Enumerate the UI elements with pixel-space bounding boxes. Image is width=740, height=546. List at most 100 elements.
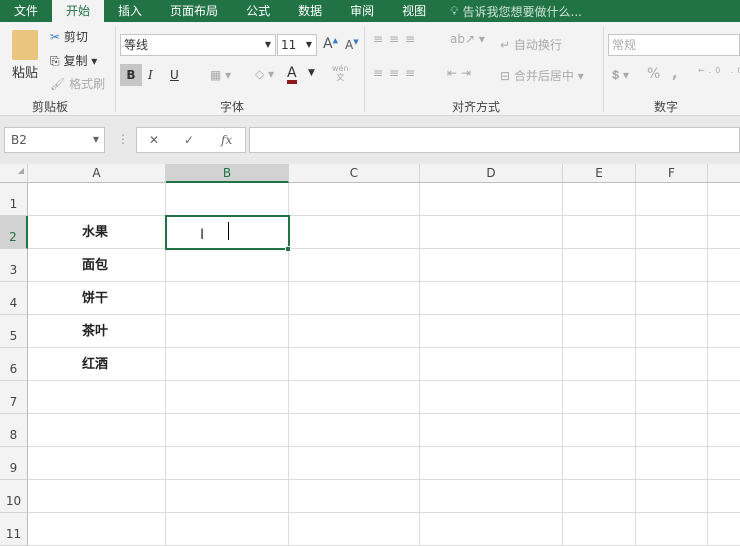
cell-f6[interactable]: [636, 348, 708, 381]
tab-file[interactable]: 文件: [0, 0, 52, 22]
comma-button[interactable]: ,: [672, 66, 677, 82]
cell-c1[interactable]: [289, 183, 420, 216]
cell-c7[interactable]: [289, 381, 420, 414]
column-header-e[interactable]: E: [563, 164, 636, 183]
cell-g5[interactable]: [708, 315, 740, 348]
row-header-1[interactable]: 1: [0, 183, 28, 216]
cell-f8[interactable]: [636, 414, 708, 447]
decrease-font-icon[interactable]: A▼: [345, 38, 359, 52]
cell-c8[interactable]: [289, 414, 420, 447]
enter-button[interactable]: ✓: [184, 133, 194, 147]
cell-d8[interactable]: [420, 414, 563, 447]
tab-formulas[interactable]: 公式: [232, 0, 284, 22]
cell-c9[interactable]: [289, 447, 420, 480]
cell-b11[interactable]: [166, 513, 289, 546]
cancel-button[interactable]: ✕: [149, 133, 159, 147]
cell-g10[interactable]: [708, 480, 740, 513]
row-header-11[interactable]: 11: [0, 513, 28, 546]
format-painter-button[interactable]: 🖌︎ 格式刷: [50, 75, 105, 92]
row-header-6[interactable]: 6: [0, 348, 28, 381]
cell-d6[interactable]: [420, 348, 563, 381]
cell-e4[interactable]: [563, 282, 636, 315]
cell-f9[interactable]: [636, 447, 708, 480]
cell-g9[interactable]: [708, 447, 740, 480]
cell-d4[interactable]: [420, 282, 563, 315]
cell-c2[interactable]: [289, 216, 420, 249]
tab-page-layout[interactable]: 页面布局: [156, 0, 232, 22]
cell-f3[interactable]: [636, 249, 708, 282]
cell-d9[interactable]: [420, 447, 563, 480]
cell-b5[interactable]: [166, 315, 289, 348]
fill-color-icon[interactable]: ◇ ▾: [255, 67, 274, 81]
cell-b3[interactable]: [166, 249, 289, 282]
tab-review[interactable]: 审阅: [336, 0, 388, 22]
cell-a2[interactable]: 水果: [28, 216, 166, 249]
column-header-c[interactable]: C: [289, 164, 420, 183]
row-header-8[interactable]: 8: [0, 414, 28, 447]
decimal-icons[interactable]: ←.0 .00: [698, 66, 740, 75]
border-icon[interactable]: ▦ ▾: [210, 68, 231, 82]
cell-e1[interactable]: [563, 183, 636, 216]
row-header-2[interactable]: 2: [0, 216, 28, 249]
column-header-g[interactable]: [708, 164, 740, 183]
cell-b6[interactable]: [166, 348, 289, 381]
cell-f7[interactable]: [636, 381, 708, 414]
cell-e3[interactable]: [563, 249, 636, 282]
cell-c10[interactable]: [289, 480, 420, 513]
cell-d1[interactable]: [420, 183, 563, 216]
tab-data[interactable]: 数据: [284, 0, 336, 22]
cell-b1[interactable]: [166, 183, 289, 216]
column-header-a[interactable]: A: [28, 164, 166, 183]
font-size-select[interactable]: 11 ▼: [277, 34, 317, 56]
cell-g1[interactable]: [708, 183, 740, 216]
cell-e2[interactable]: [563, 216, 636, 249]
cell-c5[interactable]: [289, 315, 420, 348]
cell-b7[interactable]: [166, 381, 289, 414]
number-format-select[interactable]: 常规: [608, 34, 740, 56]
wrap-text-button[interactable]: ↵ 自动换行: [500, 36, 562, 53]
cell-d2[interactable]: [420, 216, 563, 249]
column-header-b[interactable]: B: [166, 164, 289, 183]
cell-e9[interactable]: [563, 447, 636, 480]
cell-b8[interactable]: [166, 414, 289, 447]
cell-e8[interactable]: [563, 414, 636, 447]
cell-e11[interactable]: [563, 513, 636, 546]
row-header-5[interactable]: 5: [0, 315, 28, 348]
cell-f11[interactable]: [636, 513, 708, 546]
cell-a1[interactable]: [28, 183, 166, 216]
horizontal-align-icons[interactable]: ≡≡≡: [373, 66, 421, 80]
bold-button[interactable]: B: [120, 64, 142, 86]
insert-function-button[interactable]: fx: [221, 133, 232, 147]
currency-icon[interactable]: 💲︎ ▾: [612, 68, 629, 83]
column-header-d[interactable]: D: [420, 164, 563, 183]
name-box[interactable]: B2 ▼: [4, 127, 105, 153]
cell-b9[interactable]: [166, 447, 289, 480]
select-all-corner[interactable]: ◢: [0, 164, 28, 183]
cell-e5[interactable]: [563, 315, 636, 348]
cell-g8[interactable]: [708, 414, 740, 447]
cell-c11[interactable]: [289, 513, 420, 546]
tab-view[interactable]: 视图: [388, 0, 440, 22]
paste-button[interactable]: 粘贴: [12, 62, 38, 81]
column-header-f[interactable]: F: [636, 164, 708, 183]
cell-a11[interactable]: [28, 513, 166, 546]
paste-icon[interactable]: [12, 30, 38, 60]
cell-f2[interactable]: [636, 216, 708, 249]
cell-g11[interactable]: [708, 513, 740, 546]
cell-g3[interactable]: [708, 249, 740, 282]
cell-a3[interactable]: 面包: [28, 249, 166, 282]
fill-handle[interactable]: [285, 246, 291, 252]
cell-d3[interactable]: [420, 249, 563, 282]
indent-icons[interactable]: ⇤⇥: [447, 66, 475, 80]
merge-center-button[interactable]: ⊟ 合并后居中 ▾: [500, 67, 584, 84]
copy-button[interactable]: ⎘ 复制 ▾: [50, 52, 97, 69]
underline-button[interactable]: U: [170, 68, 179, 82]
cell-d11[interactable]: [420, 513, 563, 546]
cell-b4[interactable]: [166, 282, 289, 315]
tab-home[interactable]: 开始: [52, 0, 105, 22]
cell-a5[interactable]: 茶叶: [28, 315, 166, 348]
row-header-7[interactable]: 7: [0, 381, 28, 414]
cell-e10[interactable]: [563, 480, 636, 513]
cell-c6[interactable]: [289, 348, 420, 381]
cell-f4[interactable]: [636, 282, 708, 315]
